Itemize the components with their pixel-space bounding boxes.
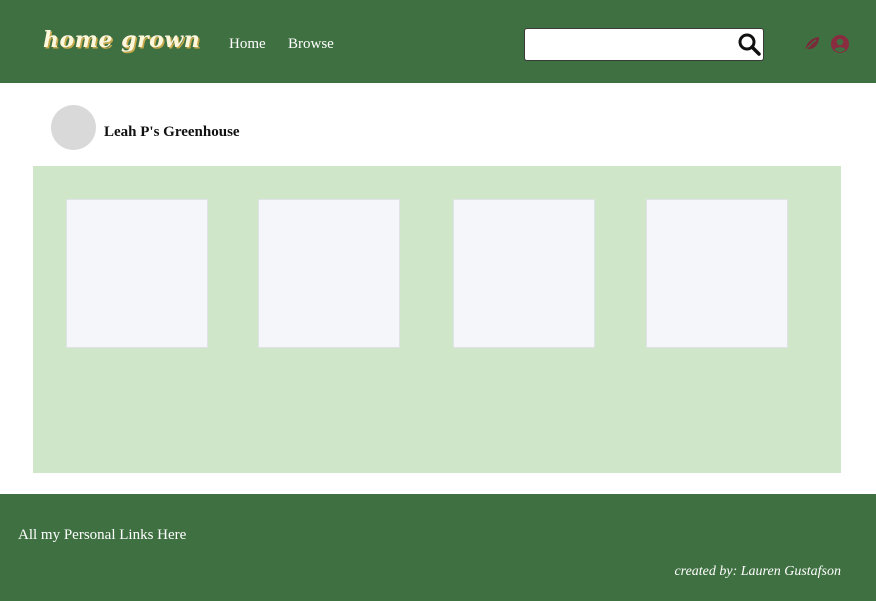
site-logo[interactable]: home grown [43,27,200,53]
plant-card[interactable] [66,199,208,348]
site-footer: All my Personal Links Here created by: L… [0,494,876,601]
profile-title: Leah P's Greenhouse [104,124,240,140]
footer-credit: created by: Lauren Gustafson [674,564,841,579]
plant-card[interactable] [453,199,595,348]
plant-card[interactable] [646,199,788,348]
search-icon[interactable] [737,32,761,56]
nav-browse-link[interactable]: Browse [288,36,334,53]
leaf-icon[interactable] [803,36,820,52]
avatar [51,105,96,150]
search-box[interactable] [524,28,764,61]
footer-links-text: All my Personal Links Here [18,527,187,543]
user-icon[interactable] [831,35,849,53]
search-input[interactable] [531,33,727,57]
plant-card[interactable] [258,199,400,348]
site-header: home grown Home Browse [0,0,876,83]
nav-home-link[interactable]: Home [229,36,266,53]
greenhouse-panel [33,166,841,473]
